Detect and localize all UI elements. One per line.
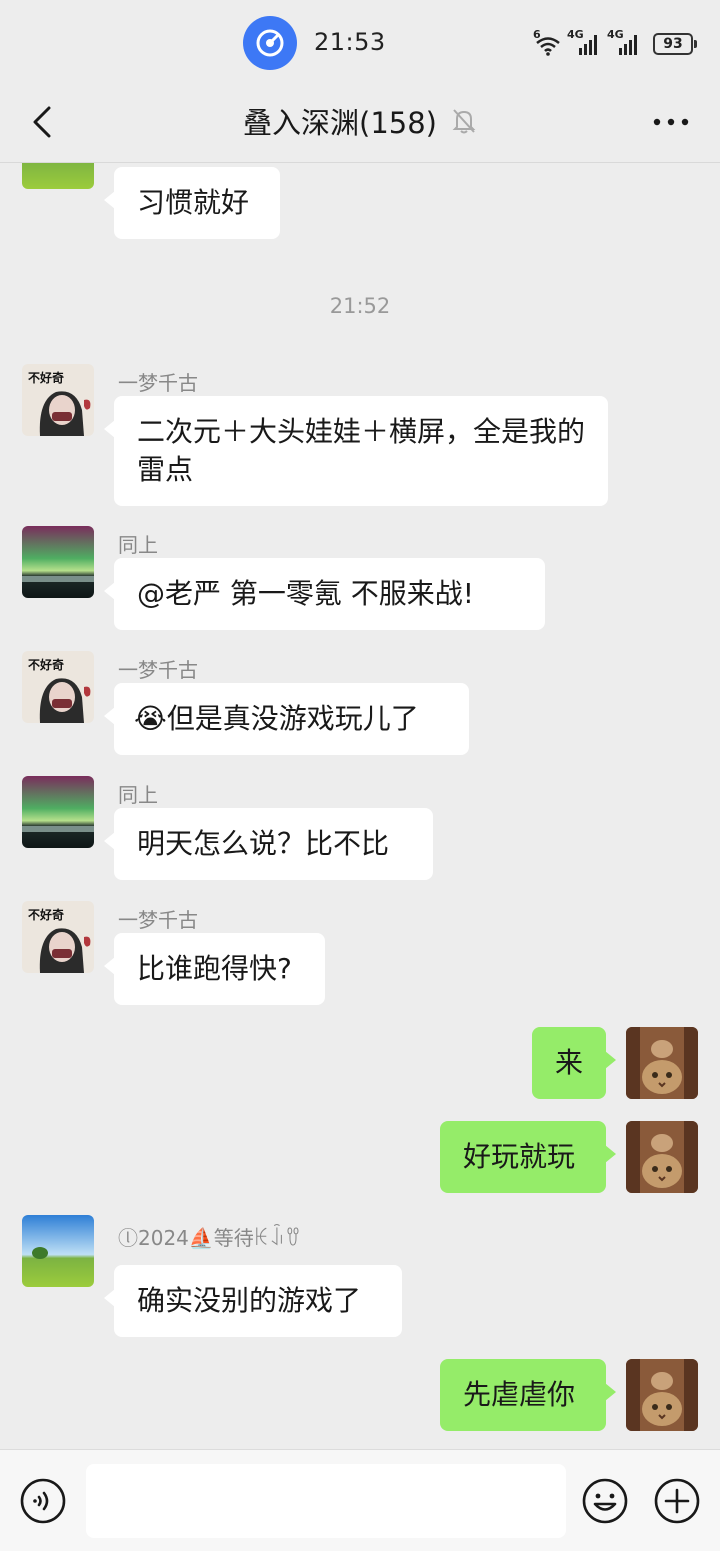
message-text: 但是真没游戏玩儿了 <box>166 702 419 735</box>
emoji-button[interactable] <box>580 1476 630 1526</box>
chat-title-area: 叠入深渊(158) <box>0 100 720 142</box>
my-message-bubble[interactable]: 先虐虐你 <box>440 1359 616 1431</box>
sender-name: 一梦千古 <box>118 908 198 932</box>
avatar-manga[interactable]: 不好奇 <box>22 651 94 723</box>
my-avatar-cat[interactable] <box>626 1027 698 1099</box>
signal-icon-1: 4G <box>567 28 601 56</box>
sender-name: 同上 <box>118 783 158 807</box>
signal-icon-2: 4G <box>607 28 641 56</box>
wifi-icon: 6 <box>533 28 561 56</box>
input-bar <box>0 1449 720 1551</box>
voice-button[interactable] <box>18 1476 68 1526</box>
message-bubble[interactable]: 二次元＋大头娃娃＋横屏，全是我的雷点 <box>104 396 608 506</box>
message-list[interactable]: 习惯就好 21:52 不好奇 一梦千古 二次元＋大头娃娃＋横屏，全是我的雷点 同… <box>0 163 720 1448</box>
sender-name: 同上 <box>118 533 158 557</box>
sender-name: ⓛ2024⛵等待ꀘꀭꀎ <box>118 1226 301 1250</box>
chat-title: 叠入深渊(158) <box>243 106 437 140</box>
message-bubble[interactable]: 😭但是真没游戏玩儿了 <box>104 683 469 755</box>
plus-circle-icon <box>654 1478 700 1524</box>
crying-emoji-icon: 😭 <box>134 702 167 735</box>
status-indicators: 6 4G 4G 93 <box>533 28 697 58</box>
avatar-caption: 不好奇 <box>28 657 64 672</box>
more-actions-button[interactable] <box>652 1476 702 1526</box>
avatar-caption: 不好奇 <box>28 907 64 922</box>
avatar-manga[interactable]: 不好奇 <box>22 364 94 436</box>
avatar-aurora[interactable] <box>22 526 94 598</box>
my-message-bubble[interactable]: 好玩就玩 <box>440 1121 616 1193</box>
more-icon <box>653 118 689 126</box>
smile-icon <box>582 1478 628 1524</box>
avatar-landscape[interactable] <box>22 163 94 189</box>
message-input[interactable] <box>86 1464 566 1538</box>
my-avatar-cat[interactable] <box>626 1359 698 1431</box>
voice-icon <box>20 1478 66 1524</box>
battery-icon: 93 <box>653 33 697 55</box>
more-button[interactable] <box>646 104 696 140</box>
my-avatar-cat[interactable] <box>626 1121 698 1193</box>
message-bubble[interactable]: 明天怎么说？比不比 <box>104 808 433 880</box>
sender-name: 一梦千古 <box>118 658 198 682</box>
app-notification-icon <box>243 16 297 70</box>
message-bubble[interactable]: 确实没别的游戏了 <box>104 1265 402 1337</box>
avatar-manga[interactable]: 不好奇 <box>22 901 94 973</box>
message-bubble[interactable]: @老严 第一零氪 不服来战! <box>104 558 545 630</box>
sender-name: 一梦千古 <box>118 371 198 395</box>
avatar-caption: 不好奇 <box>28 370 64 385</box>
message-bubble[interactable]: 习惯就好 <box>104 167 280 239</box>
chat-header: 叠入深渊(158) <box>0 86 720 163</box>
avatar-aurora[interactable] <box>22 776 94 848</box>
time-divider: 21:52 <box>329 294 391 318</box>
avatar-landscape[interactable] <box>22 1215 94 1287</box>
bell-off-icon <box>452 109 476 134</box>
status-bar: 21:53 6 4G 4G 93 <box>0 0 720 86</box>
status-time: 21:53 <box>314 28 386 56</box>
message-bubble[interactable]: 比谁跑得快? <box>104 933 325 1005</box>
my-message-bubble[interactable]: 来 <box>532 1027 616 1099</box>
